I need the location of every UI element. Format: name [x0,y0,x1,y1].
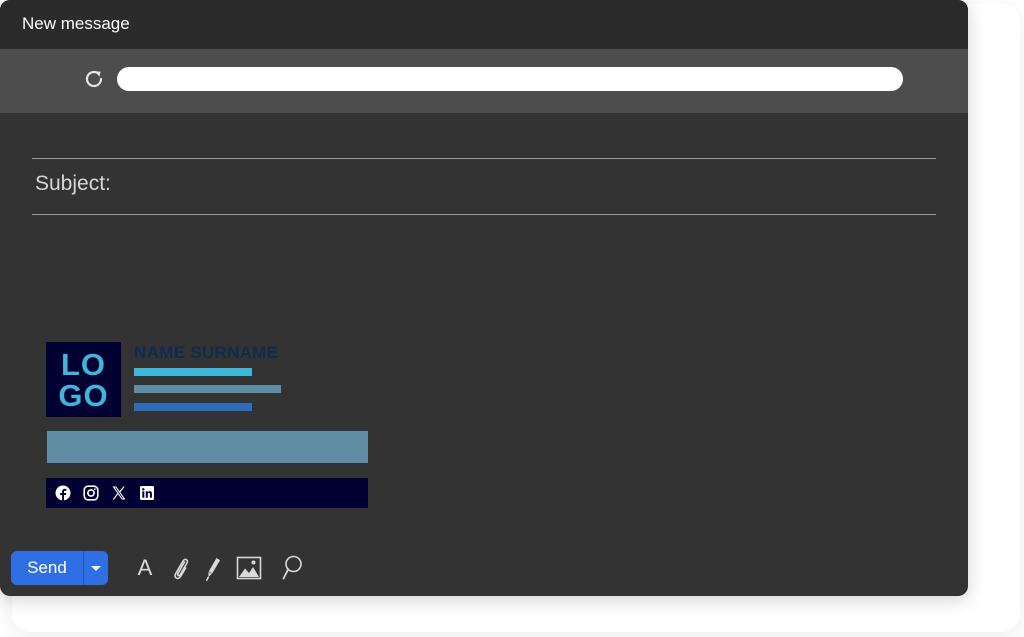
insert-image-button[interactable] [236,554,262,582]
signature-line-1 [134,368,252,376]
signature-line-2 [134,385,281,393]
address-input[interactable] [117,67,903,91]
attach-button[interactable] [168,554,194,582]
compose-window: New message Subject: LO GO NAME SURNAME [0,0,968,596]
subject-label: Subject: [35,172,111,195]
reload-icon[interactable] [82,67,106,91]
formatting-button[interactable]: A [132,554,158,582]
signature-banner [47,431,368,463]
facebook-icon[interactable] [55,485,71,501]
search-button[interactable] [280,554,306,582]
pen-icon [206,558,220,581]
window-title: New message [22,14,130,33]
signature-logo: LO GO [46,342,121,417]
title-bar: New message [0,0,968,49]
divider-bottom [32,214,936,215]
subject-input[interactable] [122,162,936,212]
signature-name: NAME SURNAME [134,343,279,362]
signature-pen-button[interactable] [200,554,226,582]
x-icon[interactable] [111,485,127,501]
image-icon [236,556,262,580]
linkedin-icon[interactable] [139,485,155,501]
chevron-down-icon [91,566,101,571]
logo-text-line1: LO [60,346,107,382]
signature-line-3 [134,403,252,411]
send-button[interactable]: Send [11,551,83,585]
instagram-icon[interactable] [83,485,99,501]
search-icon [282,555,302,580]
logo-text-line2: GO [58,377,109,413]
send-options-button[interactable] [83,551,108,585]
divider-top [32,158,936,159]
paperclip-icon [174,558,189,580]
